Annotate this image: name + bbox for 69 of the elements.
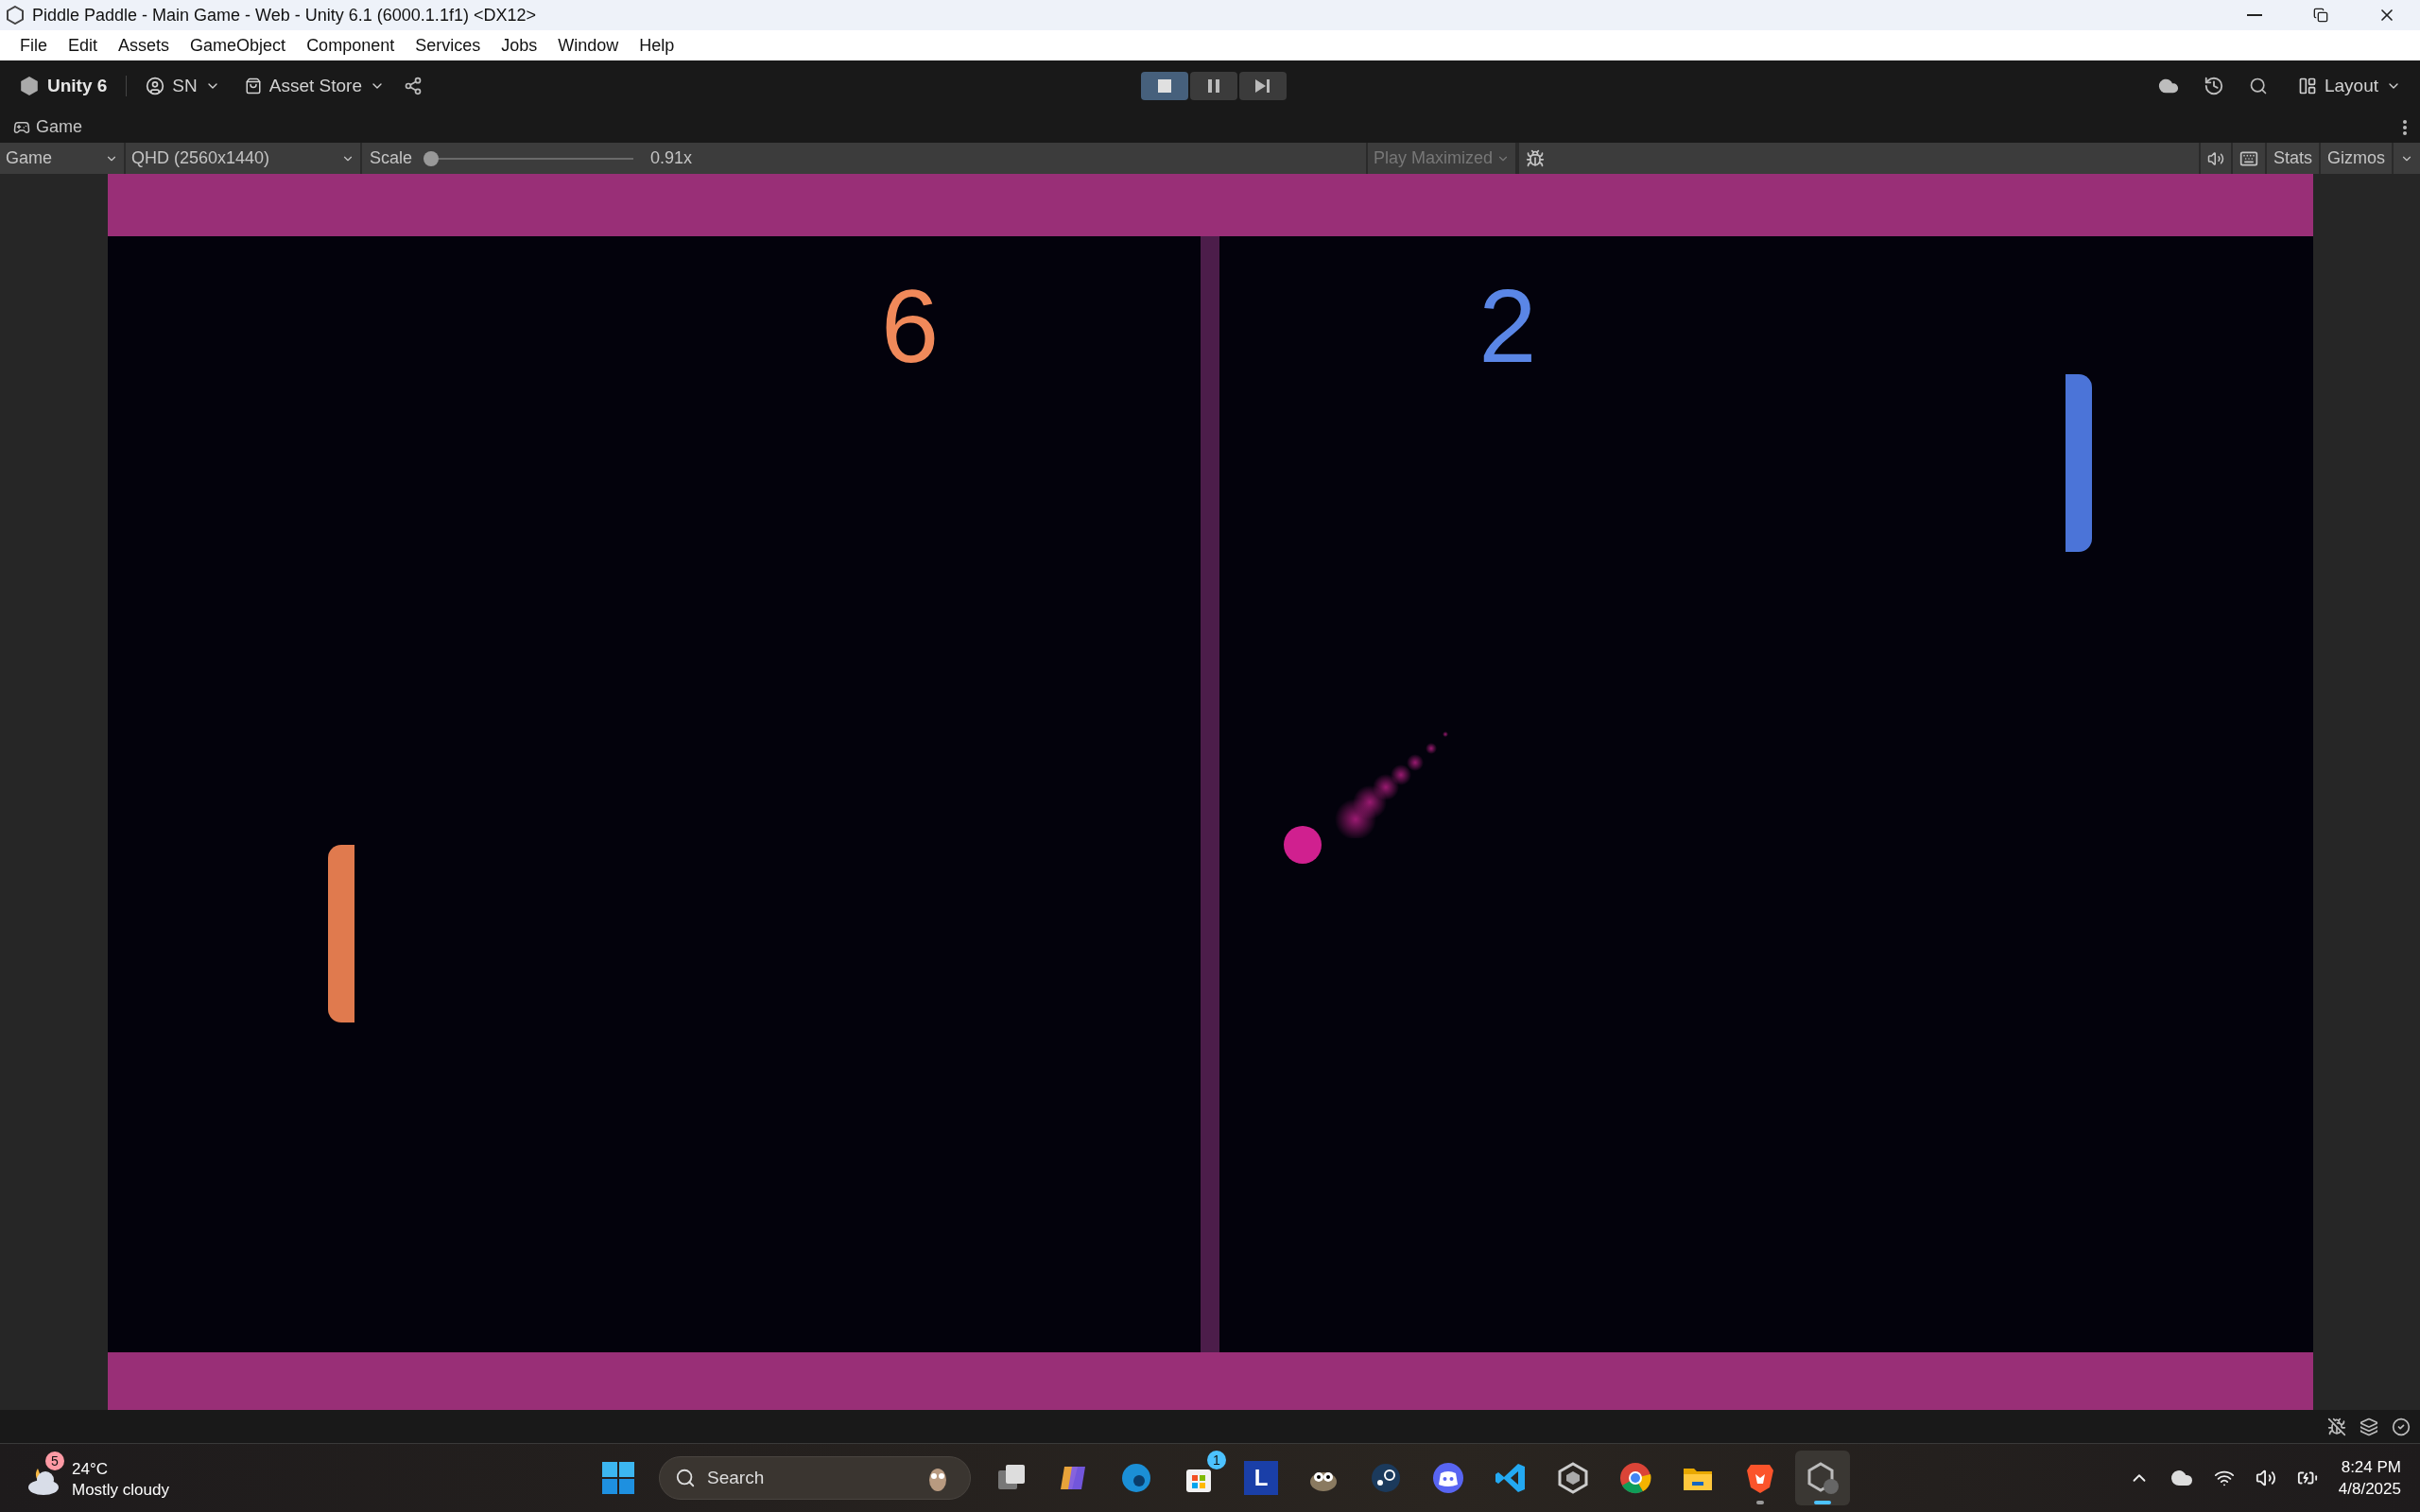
scale-value: 0.91x	[650, 148, 693, 168]
ball	[1284, 825, 1322, 864]
playback-button[interactable]	[1141, 72, 1188, 100]
cube-icon	[1806, 1461, 1840, 1495]
more-button[interactable]	[2403, 119, 2407, 135]
game-tab[interactable]: Game	[13, 117, 83, 137]
playback-button[interactable]	[1190, 72, 1237, 100]
taskbar-app[interactable]	[1795, 1451, 1850, 1505]
menu-item[interactable]: Component	[296, 35, 406, 56]
playback-button[interactable]	[1239, 72, 1287, 100]
taskbar-app[interactable]: 1	[1171, 1451, 1226, 1505]
account-dropdown[interactable]: SN	[140, 72, 226, 100]
menu-item[interactable]: Window	[547, 35, 630, 56]
score: 2	[1478, 274, 1537, 378]
bug-icon	[1525, 148, 1545, 168]
layout-icon	[2297, 77, 2317, 95]
cube-icon	[19, 76, 40, 96]
code-editor-icon	[1494, 1461, 1528, 1495]
layout-dropdown[interactable]: Layout	[2291, 72, 2407, 100]
weather-condition: Mostly cloudy	[72, 1480, 169, 1501]
restore-icon	[2313, 8, 2328, 23]
search-icon	[675, 1468, 696, 1488]
windows-icon	[601, 1461, 635, 1495]
history-button[interactable]	[2203, 76, 2224, 96]
date: 4/8/2025	[2338, 1479, 2401, 1500]
volume-icon[interactable]	[2255, 1468, 2276, 1488]
search-field[interactable]: Search	[659, 1456, 971, 1500]
clock[interactable]: 8:24 PM 4/8/2025	[2338, 1456, 2401, 1500]
cube-icon	[1556, 1461, 1590, 1495]
share-button[interactable]	[404, 77, 423, 95]
pause-icon	[1208, 79, 1219, 93]
steam-icon	[1369, 1461, 1403, 1495]
layers-icon[interactable]	[2360, 1417, 2378, 1436]
window-title: Piddle Paddle - Main Game - Web - Unity 6.1 (6000.1.1f1) <DX12>	[32, 5, 536, 26]
store-dropdown[interactable]: Asset Store	[238, 72, 390, 100]
menu-item[interactable]: GameObject	[180, 35, 297, 56]
time: 8:24 PM	[2341, 1457, 2401, 1478]
browser-icon	[1119, 1461, 1153, 1495]
taskbar-app[interactable]: L	[1234, 1451, 1288, 1505]
check-icon[interactable]	[2392, 1417, 2411, 1436]
menu-item[interactable]: Services	[405, 35, 492, 56]
bag-icon	[244, 77, 262, 94]
score: 6	[881, 274, 940, 378]
notification-badge: 1	[1207, 1451, 1226, 1469]
speaker-icon	[2206, 149, 2224, 167]
minimize-icon	[2247, 14, 2262, 16]
cube-icon	[6, 6, 25, 25]
running-indicator	[1756, 1501, 1764, 1504]
more-icon	[2403, 119, 2407, 135]
running-indicator	[1814, 1501, 1831, 1504]
stop-icon	[1158, 79, 1171, 93]
chat-icon	[1431, 1461, 1465, 1495]
menu-item[interactable]: Assets	[108, 35, 181, 56]
search-button[interactable]	[2248, 77, 2268, 95]
temperature: 24°C	[72, 1459, 109, 1480]
weather-badge: 5	[45, 1452, 64, 1470]
menu-item[interactable]: Help	[629, 35, 685, 56]
weather-widget[interactable]: 5 24°C Mostly cloudy	[0, 1450, 173, 1506]
letter-icon: L	[1244, 1461, 1278, 1495]
browser-icon	[1618, 1461, 1652, 1495]
bug-off-icon[interactable]	[2327, 1417, 2346, 1436]
menu-item[interactable]: File	[9, 35, 58, 56]
step-icon	[1255, 79, 1270, 93]
product-button[interactable]: Unity 6	[13, 72, 113, 100]
user-icon	[146, 77, 165, 95]
menu-item[interactable]: Jobs	[491, 35, 548, 56]
scale-label: Scale	[370, 148, 413, 168]
menu-item[interactable]: Edit	[58, 35, 109, 56]
slider-thumb[interactable]	[424, 150, 440, 166]
